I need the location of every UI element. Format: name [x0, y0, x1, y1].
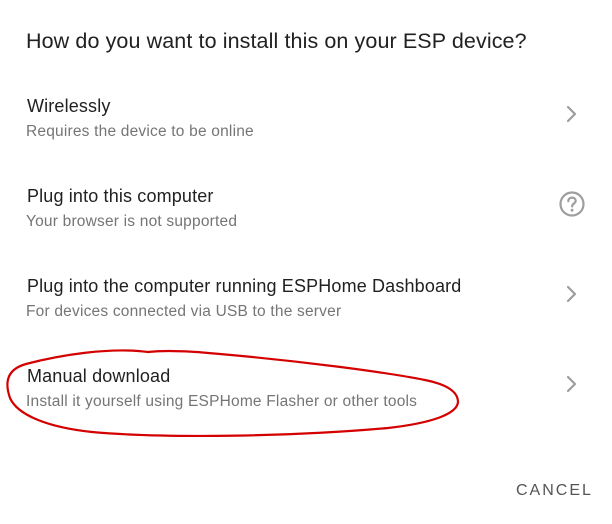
option-plug-into-this-computer-label: Plug into this computer — [27, 186, 214, 206]
option-wirelessly-label: Wirelessly — [27, 96, 111, 116]
chevron-right-icon — [566, 105, 577, 123]
chevron-right-icon — [566, 285, 577, 303]
option-plug-into-dashboard-computer-label: Plug into the computer running ESPHome D… — [27, 276, 462, 296]
option-manual-download[interactable]: Manual download Install it yourself usin… — [0, 366, 612, 446]
chevron-right-icon — [566, 375, 577, 393]
option-plug-into-this-computer-description: Your browser is not supported — [26, 213, 238, 230]
help-circle-icon[interactable] — [558, 190, 586, 218]
dialog-title: How do you want to install this on your … — [26, 29, 527, 53]
option-plug-into-dashboard-computer-description: For devices connected via USB to the ser… — [26, 303, 342, 320]
option-plug-into-dashboard-computer[interactable]: Plug into the computer running ESPHome D… — [0, 276, 612, 356]
cancel-button[interactable]: CANCEL — [516, 482, 593, 500]
option-plug-into-this-computer[interactable]: Plug into this computer Your browser is … — [0, 186, 612, 266]
option-manual-download-description: Install it yourself using ESPHome Flashe… — [26, 393, 418, 410]
option-wirelessly-description: Requires the device to be online — [26, 123, 254, 140]
option-wirelessly[interactable]: Wirelessly Requires the device to be onl… — [0, 96, 612, 176]
install-dialog: How do you want to install this on your … — [0, 0, 612, 524]
option-manual-download-label: Manual download — [27, 366, 171, 386]
